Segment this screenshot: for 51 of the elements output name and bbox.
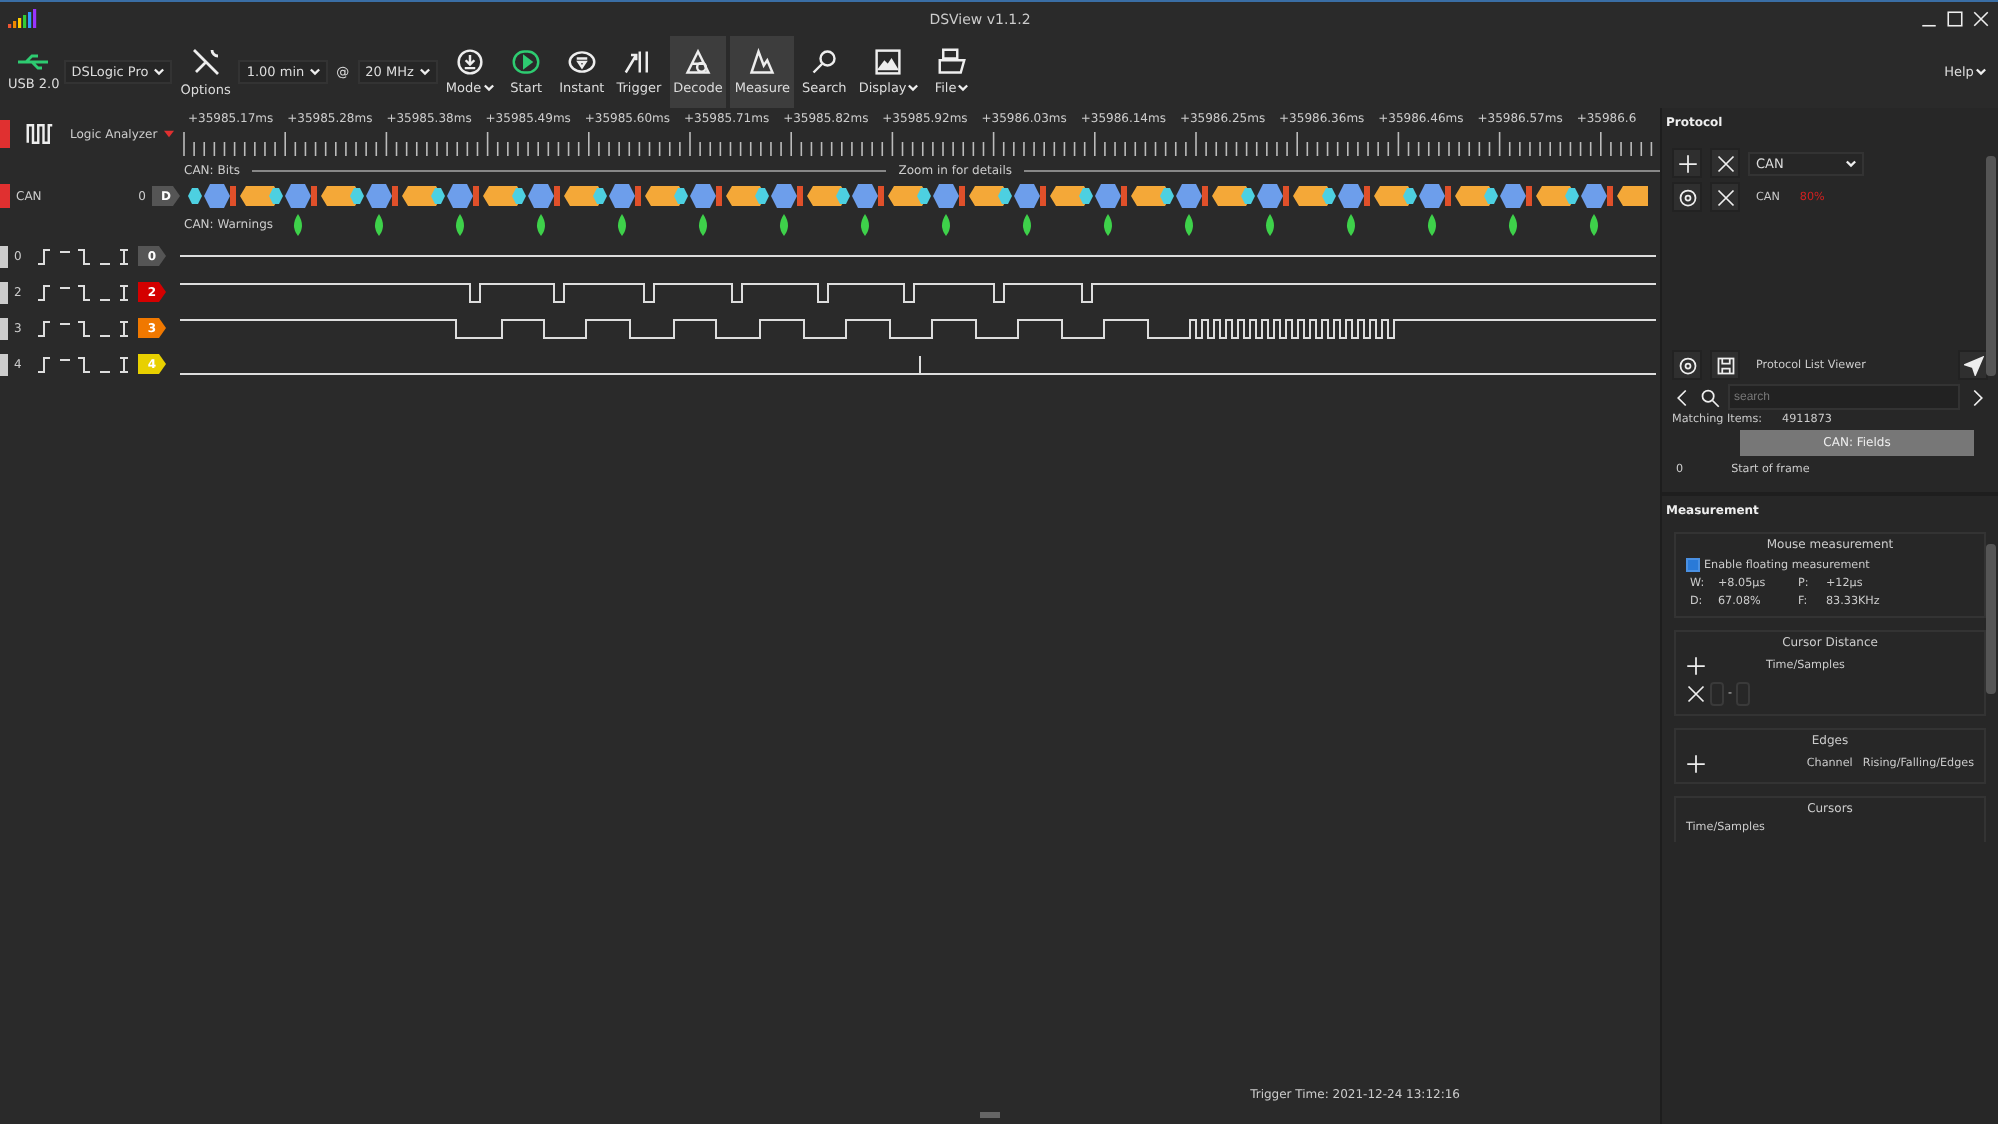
search-icon [1700,387,1720,407]
close-icon[interactable] [1686,684,1706,704]
app-logo-icon [8,7,40,31]
trigger-icon [624,48,653,76]
channel-marker[interactable] [0,120,10,148]
decode-icon [684,48,712,76]
remove-button[interactable] [1710,182,1740,212]
channel-marker[interactable] [0,245,8,267]
settings-button[interactable] [1672,182,1702,212]
plus-icon[interactable] [1686,656,1706,676]
caret-icon [1846,159,1856,167]
usb-icon [15,52,52,72]
any-edge-icon[interactable] [118,319,132,337]
close-icon [1715,187,1735,207]
remove-button[interactable] [1710,148,1740,178]
maximize-icon[interactable] [1946,10,1964,28]
add-button[interactable] [1672,148,1702,178]
navigation-arrow-icon [1963,355,1983,375]
channel-marker[interactable] [0,353,8,375]
settings-icon [1677,187,1697,207]
chevron-right-icon[interactable] [1968,385,1988,409]
any-edge-icon[interactable] [118,283,132,301]
magnifier-icon [810,48,839,76]
tools-icon [189,46,222,78]
close-icon [1715,153,1735,173]
chevron-left-icon[interactable] [1672,385,1692,409]
checkbox[interactable] [1686,558,1700,572]
dropdown-arrow-icon[interactable] [163,130,174,138]
download-icon [455,48,484,76]
settings-button[interactable] [1672,350,1702,380]
any-edge-icon[interactable] [118,247,132,265]
caret-icon [1975,68,1986,76]
instant-capture-icon [567,48,596,76]
plus-icon[interactable] [1686,754,1706,774]
horizontal-scrollbar[interactable] [980,1112,1000,1118]
plus-icon [1677,153,1697,173]
save-icon [1715,355,1735,375]
display-icon [874,48,903,76]
locate-button[interactable] [1958,350,1988,380]
measure-icon [748,48,777,76]
folder-icon [937,48,966,76]
save-button[interactable] [1710,350,1740,380]
channel-marker[interactable] [0,184,10,208]
any-edge-icon[interactable] [118,355,132,373]
channel-marker[interactable] [0,317,8,339]
caret-icon [419,68,430,76]
caret-icon [310,68,321,76]
caret-icon [154,68,165,76]
channel-marker[interactable] [0,281,8,303]
close-icon[interactable] [1972,10,1990,28]
settings-icon [1677,355,1697,375]
